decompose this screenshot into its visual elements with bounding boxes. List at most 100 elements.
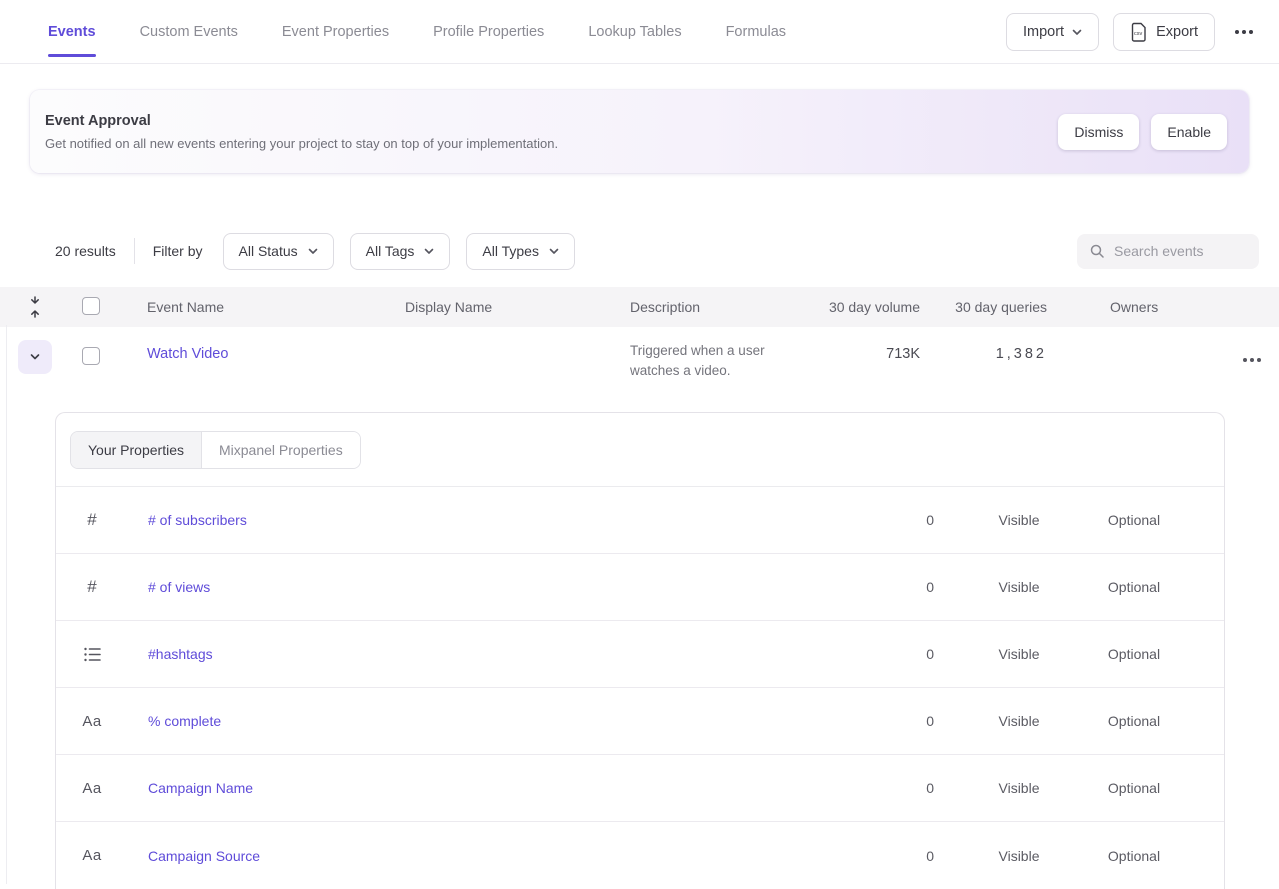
nav-tab-events[interactable]: Events (48, 0, 96, 63)
banner-title: Event Approval (45, 113, 558, 129)
banner-actions: Dismiss Enable (1058, 114, 1227, 150)
tab-mixpanel-properties[interactable]: Mixpanel Properties (202, 432, 360, 468)
filter-by-label: Filter by (153, 243, 203, 259)
list-type-icon (80, 647, 104, 662)
import-button[interactable]: Import (1006, 13, 1099, 51)
properties-tabs-section: Your Properties Mixpanel Properties (56, 413, 1224, 487)
property-name-link[interactable]: % complete (148, 713, 221, 729)
property-visibility: Visible (964, 512, 1074, 528)
chevron-down-icon (308, 246, 318, 256)
property-row: # # of subscribers 0 Visible Optional (56, 487, 1224, 554)
property-requirement: Optional (1074, 780, 1194, 796)
svg-text:csv: csv (1134, 31, 1143, 37)
property-name-link[interactable]: #hashtags (148, 646, 213, 662)
banner-description: Get notified on all new events entering … (45, 136, 558, 151)
tags-filter-value: All Tags (366, 243, 415, 259)
property-visibility: Visible (964, 713, 1074, 729)
property-visibility: Visible (964, 780, 1074, 796)
nav-tab-label: Lookup Tables (588, 24, 681, 40)
filter-bar: 20 results Filter by All Status All Tags… (0, 232, 1279, 270)
nav-actions: Import csv Export (1006, 13, 1259, 51)
row-checkbox[interactable] (82, 347, 100, 365)
number-type-icon: # (80, 510, 104, 530)
enable-button[interactable]: Enable (1151, 114, 1227, 150)
nav-tab-label: Formulas (726, 24, 786, 40)
property-name-link[interactable]: # of views (148, 579, 210, 595)
property-requirement: Optional (1074, 579, 1194, 595)
export-button[interactable]: csv Export (1113, 13, 1215, 51)
chevron-down-icon (549, 246, 559, 256)
results-count: 20 results (55, 243, 116, 259)
property-queries: 0 (874, 780, 964, 796)
row-more-options-button[interactable] (1243, 350, 1247, 370)
ellipsis-icon (1235, 30, 1239, 34)
select-all-checkbox[interactable] (82, 297, 100, 315)
status-filter-value: All Status (239, 243, 298, 259)
tab-your-properties[interactable]: Your Properties (71, 432, 202, 468)
collapse-rows-icon (28, 296, 42, 318)
property-requirement: Optional (1074, 512, 1194, 528)
nav-tab-custom-events[interactable]: Custom Events (140, 0, 238, 63)
event-approval-banner: Event Approval Get notified on all new e… (30, 90, 1249, 173)
property-visibility: Visible (964, 646, 1074, 662)
property-queries: 0 (874, 579, 964, 595)
properties-list: # # of subscribers 0 Visible Optional # … (56, 487, 1224, 889)
chevron-down-icon (424, 246, 434, 256)
number-type-icon: # (80, 577, 104, 597)
table-header: Event Name Display Name Description 30 d… (0, 287, 1279, 327)
header-event-name: Event Name (128, 299, 405, 315)
property-queries: 0 (874, 512, 964, 528)
types-filter-dropdown[interactable]: All Types (466, 233, 575, 270)
header-display-name: Display Name (405, 299, 630, 315)
event-name-link[interactable]: Watch Video (128, 346, 228, 362)
search-input[interactable] (1114, 243, 1244, 259)
banner-text: Event Approval Get notified on all new e… (45, 113, 558, 151)
collapse-row-button[interactable] (18, 340, 52, 374)
top-nav: Events Custom Events Event Properties Profi… (0, 0, 1279, 64)
property-row: Aa % complete 0 Visible Optional (56, 688, 1224, 755)
nav-tab-label: Custom Events (140, 24, 238, 40)
expanded-row-rail (6, 325, 7, 884)
nav-tab-label: Events (48, 24, 96, 40)
nav-tab-formulas[interactable]: Formulas (726, 0, 786, 63)
export-button-label: Export (1156, 24, 1198, 40)
nav-tabs: Events Custom Events Event Properties Profi… (48, 0, 786, 63)
divider (134, 238, 135, 264)
property-name-link[interactable]: # of subscribers (148, 512, 247, 528)
property-row: Aa Campaign Source 0 Visible Optional (56, 822, 1224, 889)
import-button-label: Import (1023, 24, 1064, 40)
property-queries: 0 (874, 646, 964, 662)
nav-tab-event-properties[interactable]: Event Properties (282, 0, 389, 63)
property-visibility: Visible (964, 579, 1074, 595)
text-type-icon: Aa (80, 847, 104, 864)
status-filter-dropdown[interactable]: All Status (223, 233, 334, 270)
event-description: Triggered when a user watches a video. (630, 341, 805, 381)
header-queries: 30 day queries (920, 299, 1047, 315)
property-queries: 0 (874, 713, 964, 729)
property-name-link[interactable]: Campaign Name (148, 780, 253, 796)
event-queries: 1,382 (920, 346, 1047, 362)
property-row: Aa Campaign Name 0 Visible Optional (56, 755, 1224, 822)
search-icon (1089, 243, 1105, 259)
collapse-all-button[interactable] (18, 296, 42, 318)
chevron-down-icon (29, 351, 41, 363)
dismiss-button[interactable]: Dismiss (1058, 114, 1139, 150)
property-requirement: Optional (1074, 848, 1194, 864)
nav-tab-lookup-tables[interactable]: Lookup Tables (588, 0, 681, 63)
property-name-link[interactable]: Campaign Source (148, 848, 260, 864)
header-owners: Owners (1047, 299, 1197, 315)
property-row: # # of views 0 Visible Optional (56, 554, 1224, 621)
property-row: #hashtags 0 Visible Optional (56, 621, 1224, 688)
types-filter-value: All Types (482, 243, 539, 259)
ellipsis-icon (1243, 358, 1247, 362)
nav-tab-label: Profile Properties (433, 24, 544, 40)
nav-tab-label: Event Properties (282, 24, 389, 40)
more-options-button[interactable] (1229, 13, 1259, 51)
text-type-icon: Aa (80, 780, 104, 797)
property-visibility: Visible (964, 848, 1074, 864)
header-volume: 30 day volume (820, 299, 920, 315)
nav-tab-profile-properties[interactable]: Profile Properties (433, 0, 544, 63)
properties-panel: Your Properties Mixpanel Properties # # … (55, 412, 1225, 889)
tags-filter-dropdown[interactable]: All Tags (350, 233, 451, 270)
header-description: Description (630, 299, 820, 315)
